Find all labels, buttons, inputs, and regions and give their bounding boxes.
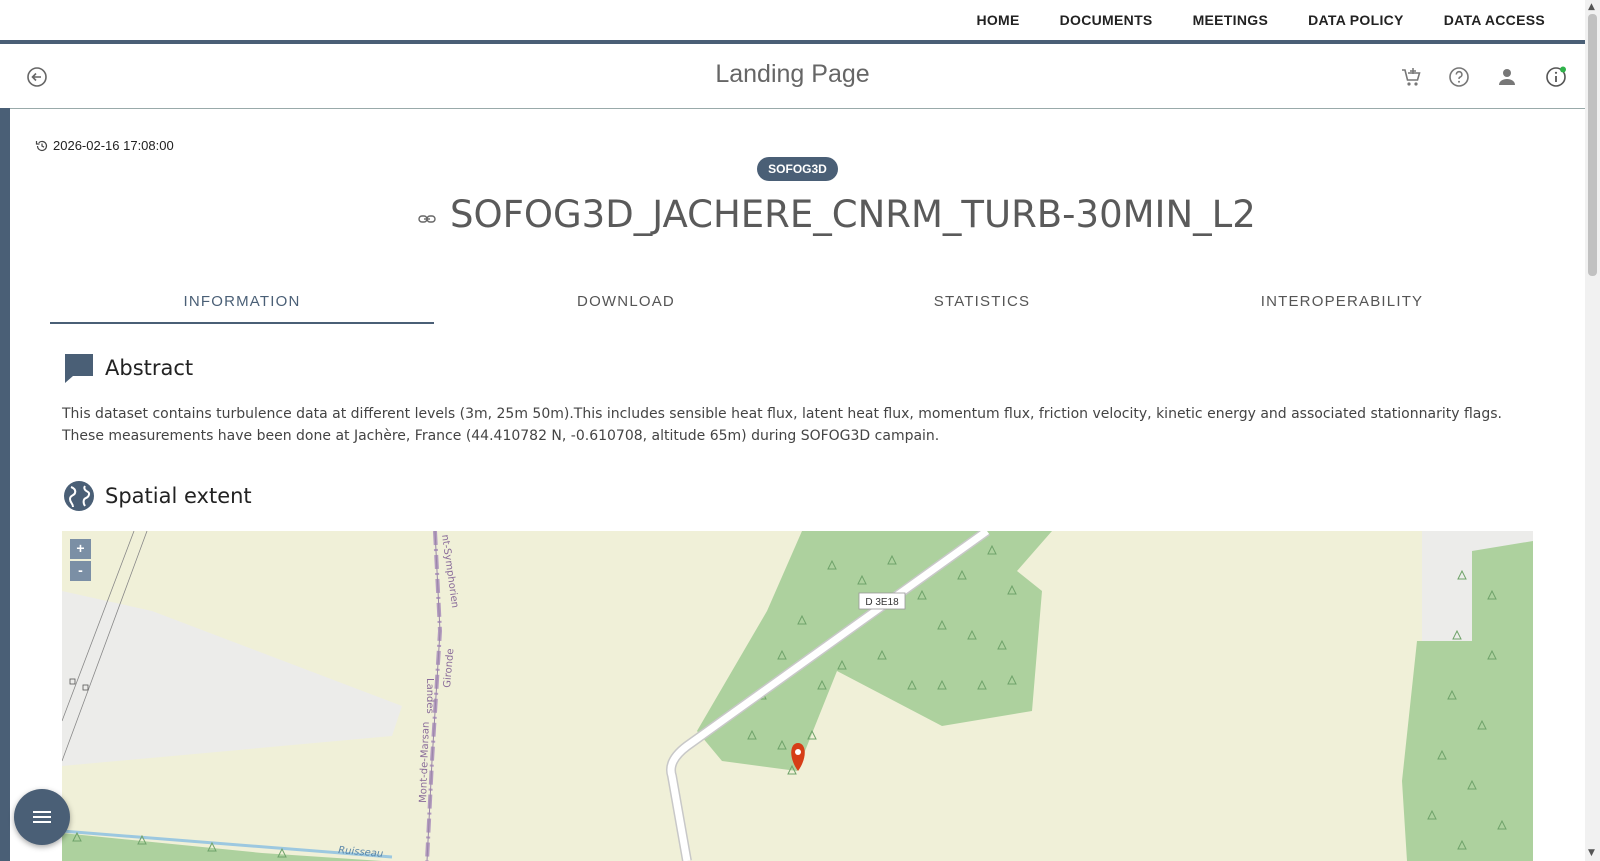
spatial-extent-heading: Spatial extent — [63, 480, 252, 512]
help-icon[interactable] — [1448, 66, 1470, 88]
nav-data-access[interactable]: DATA ACCESS — [1424, 12, 1565, 28]
page-title: Landing Page — [715, 60, 870, 88]
map-canvas[interactable]: D 3E18 nt-Symphorien Landes Gironde Mont… — [62, 531, 1533, 861]
tab-information[interactable]: INFORMATION — [50, 280, 434, 324]
link-icon[interactable] — [418, 212, 436, 226]
abstract-heading: Abstract — [63, 352, 193, 384]
info-icon[interactable] — [1545, 66, 1567, 88]
top-navigation: HOME DOCUMENTS MEETINGS DATA POLICY DATA… — [0, 0, 1585, 40]
nav-home[interactable]: HOME — [956, 12, 1039, 28]
map-zoom-controls: + - — [70, 539, 91, 583]
menu-icon — [33, 811, 51, 823]
scroll-down-icon[interactable]: ▼ — [1588, 848, 1595, 858]
project-badge[interactable]: SOFOG3D — [757, 157, 838, 181]
history-icon — [35, 140, 48, 151]
top-nav-links: HOME DOCUMENTS MEETINGS DATA POLICY DATA… — [956, 0, 1565, 40]
tab-bar: INFORMATION DOWNLOAD STATISTICS INTEROPE… — [50, 280, 1535, 324]
page-scrollbar[interactable]: ▲ ▼ — [1585, 0, 1600, 861]
last-update-timestamp: 2026-02-16 17:08:00 — [35, 138, 174, 153]
scroll-up-icon[interactable]: ▲ — [1588, 2, 1595, 12]
left-accent-bar — [0, 108, 10, 861]
zoom-in-button[interactable]: + — [70, 539, 91, 559]
nav-meetings[interactable]: MEETINGS — [1173, 12, 1289, 28]
comment-icon — [65, 354, 93, 383]
abstract-text: This dataset contains turbulence data at… — [62, 406, 1502, 444]
road-label: D 3E18 — [865, 597, 899, 608]
abstract-heading-text: Abstract — [105, 356, 194, 380]
scrollbar-thumb[interactable] — [1588, 14, 1597, 276]
nav-data-policy[interactable]: DATA POLICY — [1288, 12, 1424, 28]
page-header: Landing Page — [0, 44, 1585, 109]
globe-icon — [64, 481, 94, 511]
spatial-extent-heading-text: Spatial extent — [105, 484, 252, 508]
nav-documents[interactable]: DOCUMENTS — [1040, 12, 1173, 28]
dataset-title: SOFOG3D_JACHERE_CNRM_TURB-30MIN_L2 — [450, 193, 1256, 236]
spatial-extent-map[interactable]: D 3E18 nt-Symphorien Landes Gironde Mont… — [62, 531, 1533, 861]
timestamp-text: 2026-02-16 17:08:00 — [53, 138, 174, 153]
cart-icon[interactable] — [1400, 66, 1422, 88]
tab-download[interactable]: DOWNLOAD — [434, 280, 818, 322]
user-icon[interactable] — [1496, 66, 1518, 88]
boundary-label-landes: Landes — [424, 678, 435, 714]
zoom-out-button[interactable]: - — [70, 561, 91, 581]
menu-fab-button[interactable] — [14, 789, 70, 845]
tab-interoperability[interactable]: INTEROPERABILITY — [1150, 280, 1534, 322]
tab-statistics[interactable]: STATISTICS — [790, 280, 1174, 322]
